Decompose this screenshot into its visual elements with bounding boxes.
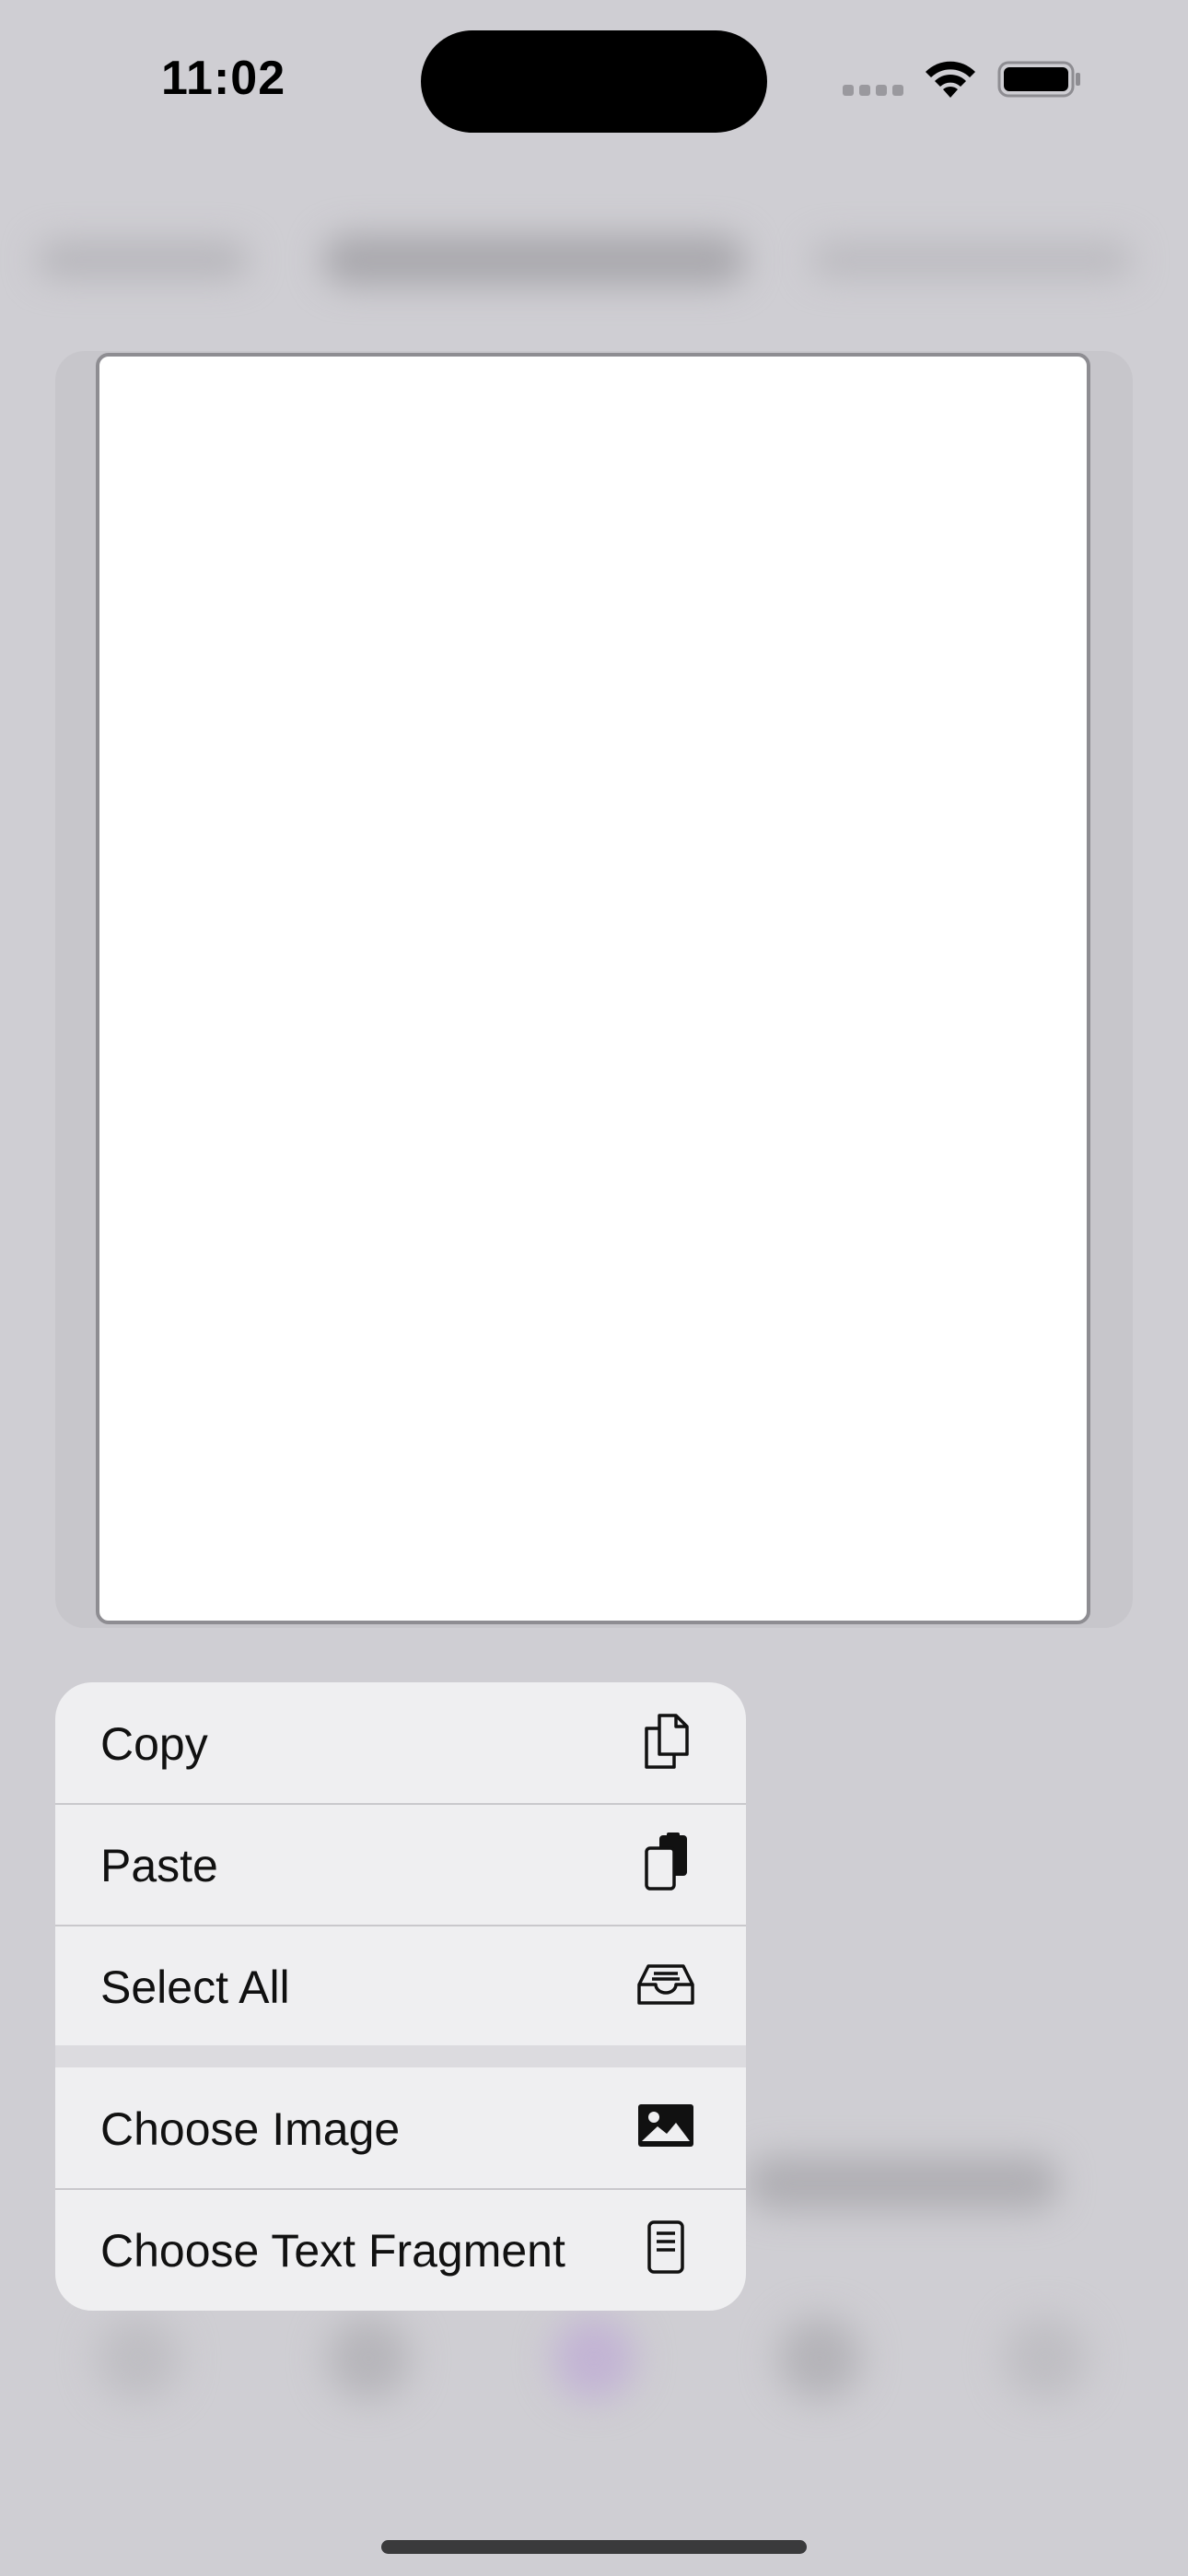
blurred-tab-4	[778, 2317, 861, 2400]
blurred-nav-left	[37, 241, 249, 278]
context-menu: Copy Paste Select All Choose Image Choos…	[55, 1682, 746, 2311]
tray-icon	[637, 1964, 694, 2005]
dynamic-island	[421, 30, 767, 133]
battery-full-icon	[997, 61, 1080, 98]
menu-item-paste[interactable]: Paste	[55, 1804, 746, 1925]
menu-item-label: Select All	[100, 1961, 290, 2013]
blurred-tab-5	[1004, 2317, 1087, 2400]
menu-item-label: Paste	[100, 1840, 218, 1891]
blurred-tab-2	[327, 2317, 410, 2400]
status-time: 11:02	[161, 52, 286, 105]
menu-item-choose-image[interactable]: Choose Image	[55, 2067, 746, 2188]
menu-item-label: Choose Image	[100, 2103, 401, 2155]
menu-item-label: Choose Text Fragment	[100, 2225, 565, 2277]
blurred-nav-right	[810, 241, 1133, 278]
blurred-button	[746, 2156, 1059, 2211]
menu-item-select-all[interactable]: Select All	[55, 1926, 746, 2046]
menu-item-label: Copy	[100, 1718, 208, 1770]
text-document-icon	[647, 2220, 684, 2274]
canvas-preview[interactable]	[96, 353, 1090, 1624]
blurred-nav-title	[322, 235, 746, 286]
cellular-dots-icon	[843, 85, 907, 98]
menu-group-separator	[55, 2045, 746, 2067]
wifi-icon	[926, 61, 975, 98]
blurred-tab-3	[553, 2317, 635, 2400]
menu-item-choose-text-fragment[interactable]: Choose Text Fragment	[55, 2189, 746, 2310]
copy-doc-icon	[645, 1714, 689, 1769]
photo-icon	[638, 2104, 693, 2147]
home-indicator[interactable]	[381, 2540, 807, 2554]
paste-doc-icon	[645, 1832, 687, 1891]
blurred-tab-1	[97, 2317, 180, 2400]
menu-item-copy[interactable]: Copy	[55, 1682, 746, 1803]
